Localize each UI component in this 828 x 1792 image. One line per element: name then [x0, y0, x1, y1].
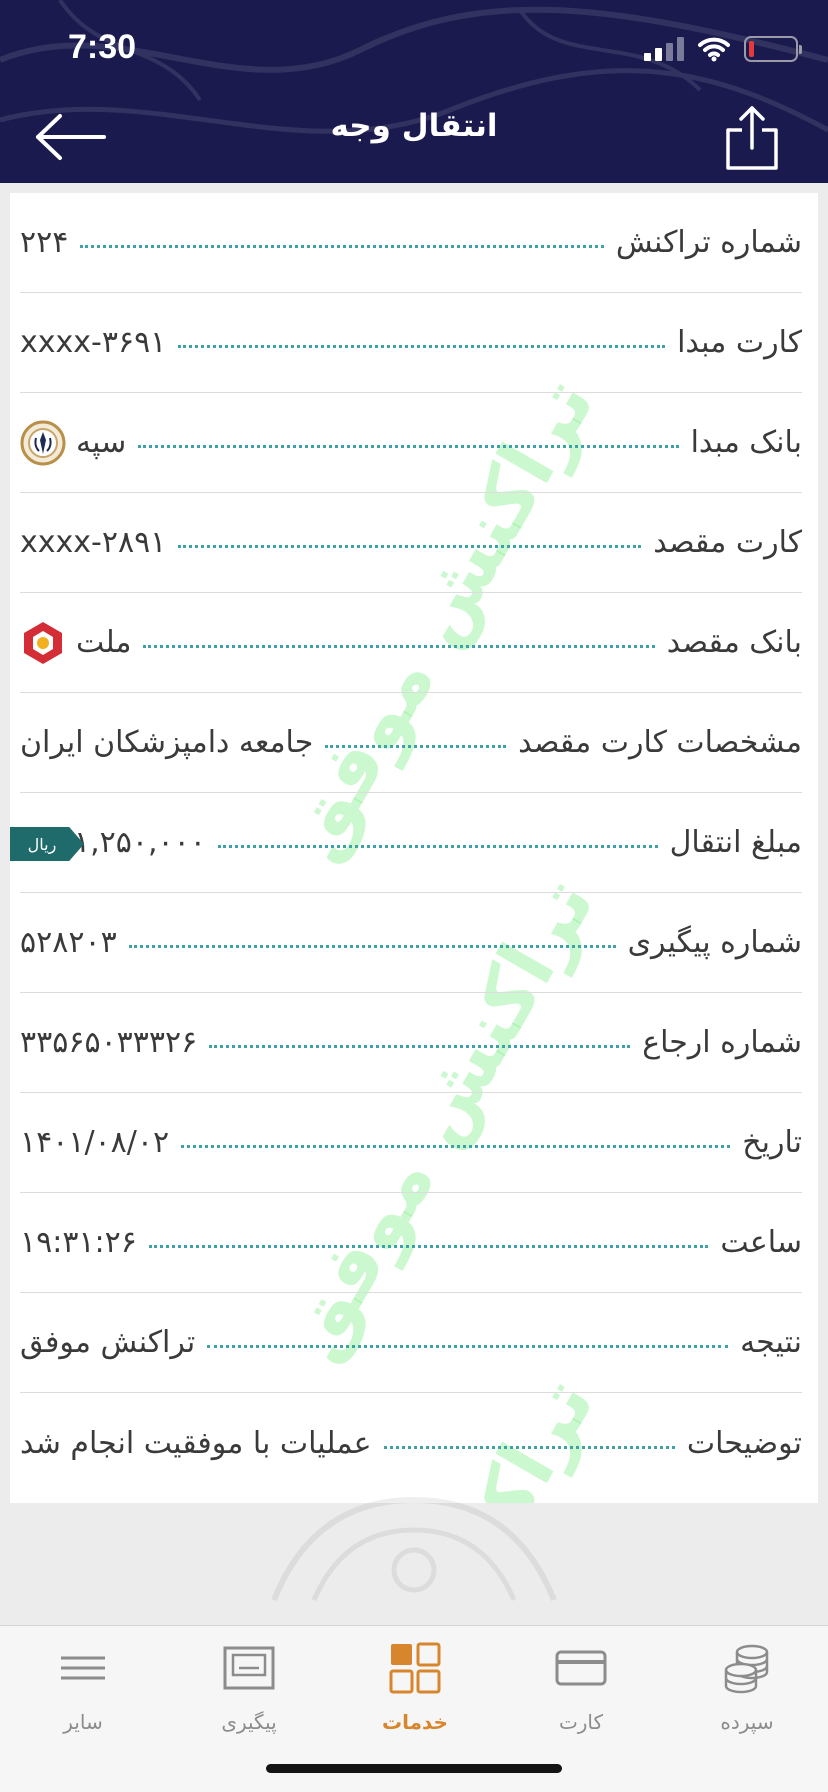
row-value: جامعه دامپزشکان ایران: [20, 725, 314, 760]
row-destination-card: کارت مقصد xxxx-۲۸۹۱: [20, 493, 802, 593]
dotted-leader: [178, 545, 642, 548]
tab-label: پیگیری: [221, 1710, 277, 1734]
signal-icon: [644, 37, 684, 61]
row-time: ساعت ۱۹:۳۱:۲۶: [20, 1193, 802, 1293]
currency-badge: ریال: [10, 827, 84, 861]
row-value: عملیات با موفقیت انجام شد: [20, 1425, 372, 1461]
row-value: xxxx-۲۸۹۱: [20, 525, 167, 560]
row-value: ۱۹:۳۱:۲۶: [20, 1225, 137, 1260]
dotted-leader: [209, 1045, 631, 1048]
row-label: کارت مقصد: [653, 525, 802, 560]
dotted-leader: [217, 845, 658, 848]
row-transaction-number: شماره تراکنش ۲۲۴: [20, 193, 802, 293]
home-indicator: [266, 1764, 562, 1773]
tab-tracking[interactable]: پیگیری: [166, 1626, 332, 1756]
row-label: مبلغ انتقال: [669, 825, 802, 860]
dotted-leader: [138, 445, 679, 448]
tab-label: سپرده: [720, 1710, 774, 1734]
row-value: ۲۲۴: [20, 225, 69, 260]
card-icon: [555, 1650, 607, 1686]
row-date: تاریخ ۱۴۰۱/۰۸/۰۲: [20, 1093, 802, 1193]
row-description: توضیحات عملیات با موفقیت انجام شد: [20, 1393, 802, 1493]
tab-other[interactable]: سایر: [0, 1626, 166, 1756]
dotted-leader: [143, 645, 655, 648]
row-value: تراکنش موفق: [20, 1325, 196, 1360]
dotted-leader: [383, 1445, 675, 1449]
coins-icon: [724, 1644, 769, 1694]
row-label: کارت مبدا: [677, 325, 802, 360]
tab-label: کارت: [558, 1710, 604, 1734]
dotted-leader: [80, 245, 604, 248]
status-icons: [644, 36, 802, 62]
dotted-leader: [178, 345, 666, 348]
page-title: انتقال وجه: [330, 108, 498, 144]
row-label: مشخصات کارت مقصد: [518, 725, 802, 760]
wifi-icon: [698, 37, 730, 62]
row-label: شماره تراکنش: [615, 225, 802, 260]
tab-label: سایر: [63, 1710, 103, 1734]
row-value: ۱۴۰۱/۰۸/۰۲: [20, 1125, 170, 1160]
receipt-icon: [223, 1646, 275, 1690]
row-destination-bank: بانک مقصد ملت: [20, 593, 802, 693]
dotted-leader: [181, 1145, 731, 1148]
app-header: 7:30 انتقال وجه: [0, 0, 828, 183]
grid-icon: [389, 1642, 441, 1694]
row-label: شماره پیگیری: [627, 925, 802, 960]
share-icon[interactable]: [724, 104, 780, 172]
menu-icon: [61, 1656, 105, 1680]
row-source-card: کارت مبدا xxxx-۳۶۹۱: [20, 293, 802, 393]
tab-label: خدمات: [382, 1710, 448, 1734]
row-label: بانک مقصد: [666, 625, 802, 660]
mellat-bank-logo-icon: [24, 621, 62, 664]
row-value: xxxx-۳۶۹۱: [20, 325, 167, 360]
row-destination-card-owner: مشخصات کارت مقصد جامعه دامپزشکان ایران: [20, 693, 802, 793]
dotted-leader: [148, 1245, 709, 1248]
row-value: سپه: [20, 420, 126, 466]
row-label: توضیحات: [686, 1425, 802, 1461]
dotted-leader: [207, 1345, 729, 1348]
status-time: 7:30: [68, 28, 137, 66]
row-source-bank: بانک مبدا سپه: [20, 393, 802, 493]
row-value: ۳۳۵۶۵۰۳۳۳۲۶: [20, 1025, 198, 1060]
row-value: ملت: [20, 620, 131, 666]
row-transfer-amount: مبلغ انتقال ۱,۲۵۰,۰۰۰ ریال: [10, 793, 802, 893]
tab-services[interactable]: خدمات: [332, 1626, 498, 1756]
tab-deposit[interactable]: سپرده: [664, 1626, 828, 1756]
dotted-leader: [325, 745, 507, 748]
row-label: نتیجه: [740, 1325, 802, 1360]
tab-card[interactable]: کارت: [498, 1626, 664, 1756]
receipt-card: تراکنش موفق تراکنش موفق تراکنش موفق شمار…: [10, 193, 818, 1503]
background-emblem: [271, 1496, 557, 1602]
row-label: تاریخ: [742, 1125, 802, 1160]
row-value: ۵۲۸۲۰۳: [20, 925, 117, 960]
battery-icon: [744, 36, 802, 62]
sepah-bank-logo-icon: [20, 420, 66, 465]
row-result: نتیجه تراکنش موفق: [20, 1293, 802, 1393]
row-label: شماره ارجاع: [642, 1025, 802, 1060]
row-tracking-number: شماره پیگیری ۵۲۸۲۰۳: [20, 893, 802, 993]
dotted-leader: [128, 945, 616, 948]
row-label: بانک مبدا: [690, 425, 802, 460]
row-label: ساعت: [720, 1225, 802, 1260]
row-reference-number: شماره ارجاع ۳۳۵۶۵۰۳۳۳۲۶: [20, 993, 802, 1093]
